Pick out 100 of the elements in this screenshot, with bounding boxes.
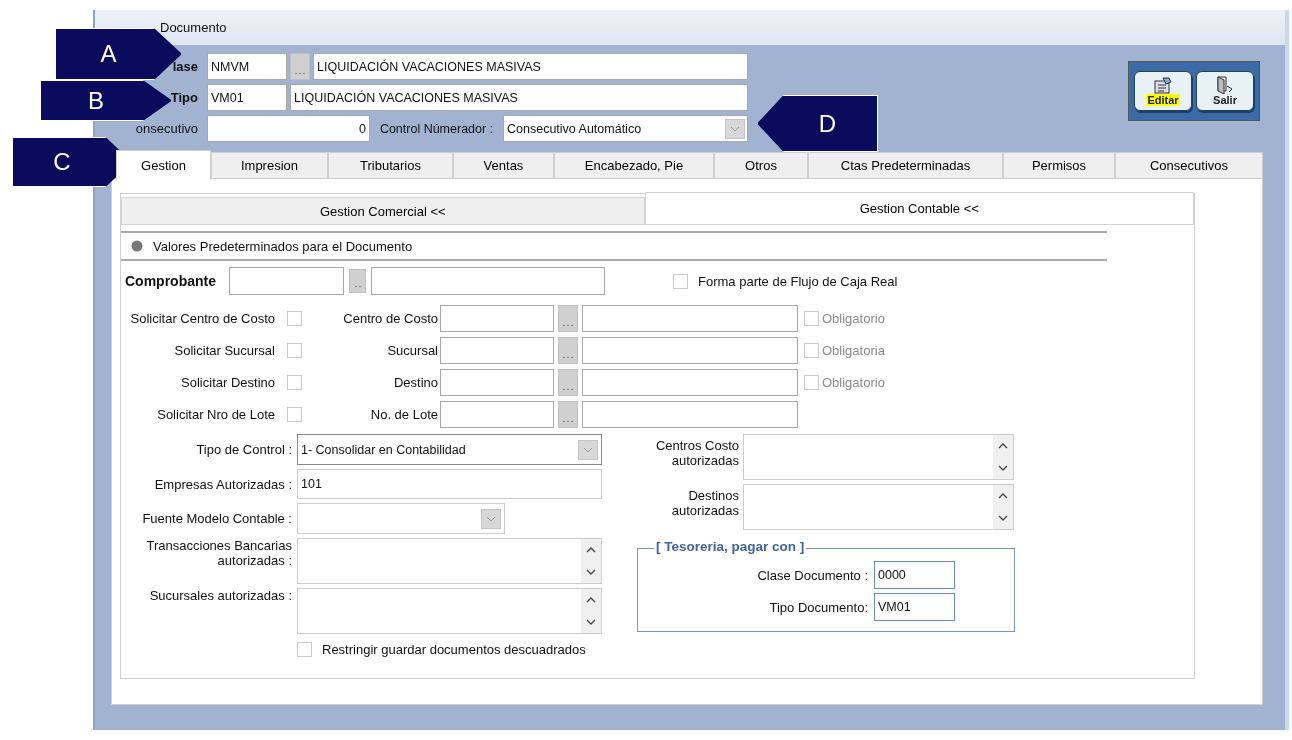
chevron-down-icon (586, 619, 596, 625)
checkbox[interactable] (287, 375, 302, 390)
chevron-up-icon (998, 443, 1008, 449)
group-title: [ Tesoreria, pagar con ] (654, 539, 807, 554)
field-label: Empresas Autorizadas : (153, 476, 293, 492)
field-label: Tipo de Control : (195, 442, 293, 457)
checkbox-label: Obligatorio (822, 375, 885, 390)
tab[interactable]: Gestion Contable << (644, 192, 1194, 225)
field-label: Destino (392, 375, 439, 390)
field-label: Tipo (169, 90, 199, 105)
browse-button[interactable] (558, 401, 578, 428)
field-label: Destinos autorizadas (670, 488, 740, 518)
toolbar-button[interactable]: Salir (1196, 71, 1254, 111)
ellipsis-icon (353, 285, 362, 288)
tab[interactable]: Encabezado, Pie (554, 152, 714, 178)
ellipsis-icon (563, 388, 573, 391)
chevron-down-icon (583, 446, 593, 453)
input-field[interactable] (582, 401, 798, 428)
input-field[interactable] (229, 267, 344, 295)
field-label: Centros Costo autorizadas (654, 438, 740, 468)
tab[interactable]: Permisos (1003, 152, 1115, 178)
list-box[interactable] (743, 484, 1014, 530)
checkbox[interactable] (297, 642, 312, 657)
input-field[interactable]: 0 (207, 115, 370, 142)
chevron-down-icon (586, 569, 596, 575)
field-label: Transacciones Bancarias autorizadas : (145, 538, 293, 568)
door-exit-icon (1215, 76, 1235, 94)
checkbox[interactable] (287, 311, 302, 326)
browse-button[interactable] (349, 269, 366, 293)
input-field[interactable]: 101 (297, 469, 602, 499)
browse-button[interactable] (558, 305, 578, 332)
ellipsis-icon (563, 324, 573, 327)
input-field[interactable]: LIQUIDACIÓN VACACIONES MASIVAS (313, 53, 748, 80)
chevron-down-icon (998, 465, 1008, 471)
field-label: No. de Lote (369, 407, 439, 422)
input-field[interactable] (440, 401, 554, 428)
chevron-down-icon (998, 515, 1008, 521)
checkbox-label: Solicitar Destino (180, 375, 276, 390)
chevron-up-icon (586, 547, 596, 553)
input-field[interactable] (582, 369, 798, 396)
input-field[interactable] (582, 305, 798, 332)
input-field[interactable]: 0000 (874, 561, 955, 589)
browse-button[interactable] (558, 369, 578, 396)
section-title: Valores Predeterminados para el Documento (153, 238, 413, 254)
tab[interactable]: Ventas (453, 152, 554, 178)
tab[interactable]: Ctas Predeterminadas (808, 152, 1003, 178)
tab[interactable]: Consecutivos (1115, 152, 1263, 178)
field-label: Tipo Documento: (768, 599, 869, 615)
tab[interactable]: Tributarios (328, 152, 453, 178)
dropdown[interactable]: Consecutivo Automático (503, 115, 748, 142)
dropdown[interactable] (297, 503, 505, 534)
input-field[interactable] (440, 369, 554, 396)
list-box[interactable] (743, 434, 1014, 480)
input-field[interactable] (440, 305, 554, 332)
field-label: Sucursales autorizadas : (148, 588, 293, 603)
browse-button[interactable] (558, 337, 578, 364)
input-field[interactable] (582, 337, 798, 364)
callout-marker: B (40, 80, 172, 121)
bullet-icon (131, 240, 143, 252)
checkbox-label: Forma parte de Flujo de Caja Real (698, 273, 898, 289)
tab[interactable]: Gestion Comercial << (121, 197, 645, 225)
dropdown[interactable]: 1- Consolidar en Contabilidad (297, 434, 602, 465)
chevron-down-icon (730, 125, 740, 132)
input-field[interactable] (371, 267, 605, 295)
checkbox-label: Obligatoria (822, 343, 885, 358)
field-label: Control Númerador : (378, 121, 495, 136)
window-title: Documento (160, 20, 227, 35)
field-label: Centro de Costo (342, 311, 439, 326)
form-edit-icon (1153, 76, 1173, 94)
input-field[interactable]: VM01 (207, 84, 287, 111)
list-box[interactable] (297, 588, 602, 634)
field-label: Comprobante (125, 273, 217, 289)
ellipsis-icon (563, 420, 573, 423)
input-field[interactable]: LIQUIDACIÓN VACACIONES MASIVAS (290, 84, 748, 111)
checkbox[interactable] (287, 343, 302, 358)
toolbar-button[interactable]: Editar (1134, 71, 1192, 111)
chevron-up-icon (998, 493, 1008, 499)
tab[interactable]: Gestion (116, 150, 211, 180)
list-box[interactable] (297, 538, 602, 584)
field-label: lase (171, 59, 199, 74)
field-label: Fuente Modelo Contable : (141, 511, 293, 526)
ellipsis-icon (295, 72, 305, 75)
field-label: Sucursal (386, 343, 439, 358)
checkbox-label: Solicitar Centro de Costo (129, 311, 276, 326)
tab[interactable]: Impresion (211, 152, 328, 178)
chevron-up-icon (586, 597, 596, 603)
input-field[interactable] (440, 337, 554, 364)
field-label: onsecutivo (135, 121, 198, 136)
chevron-down-icon (486, 515, 496, 522)
ellipsis-icon (563, 356, 573, 359)
input-field[interactable]: VM01 (874, 593, 955, 621)
tab[interactable]: Otros (714, 152, 808, 178)
input-field[interactable]: NMVM (207, 53, 287, 80)
checkbox[interactable] (673, 273, 688, 289)
checkbox[interactable] (287, 407, 302, 422)
checkbox-label: Obligatorio (822, 311, 885, 326)
checkbox-label: Restringir guardar documentos descuadrados (322, 642, 586, 657)
browse-button[interactable] (290, 53, 310, 80)
checkbox-label: Solicitar Sucursal (173, 343, 276, 358)
checkbox-label: Solicitar Nro de Lote (156, 407, 276, 422)
